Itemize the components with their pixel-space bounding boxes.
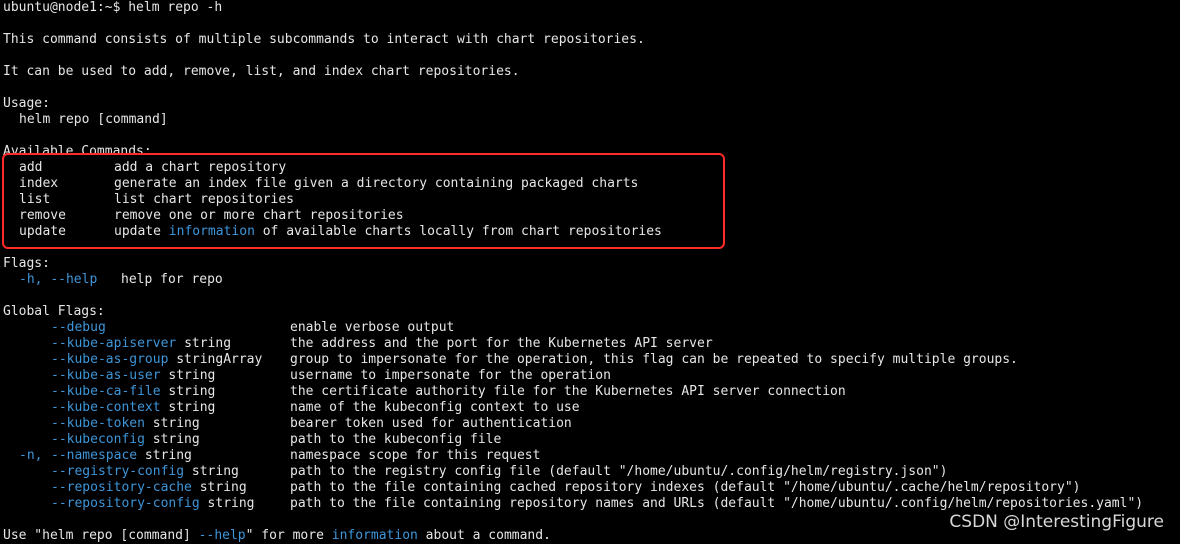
global-flags-header: Global Flags: [3, 304, 105, 319]
flags-header: Flags: [3, 256, 50, 271]
prompt-line: ubuntu@node1:~$ helm repo -h [3, 0, 1180, 16]
flag-desc: path to the kubeconfig file [290, 432, 502, 447]
flag-long: --kube-context [51, 400, 161, 415]
flag-desc: enable verbose output [290, 320, 455, 335]
global-flag-row: --kube-apiserver string the address and t… [3, 336, 1180, 352]
prompt-command: helm repo -h [128, 0, 223, 15]
terminal-output: ubuntu@node1:~$ helm repo -h This comman… [3, 0, 1180, 543]
flag-desc: path to the file containing cached repos… [290, 480, 1081, 495]
flag-type: string [199, 480, 247, 495]
flag-long: --kubeconfig [51, 432, 145, 447]
usage-header: Usage: [3, 96, 50, 111]
flag-type: string [144, 448, 192, 463]
intro-line: It can be used to add, remove, list, and… [3, 64, 520, 79]
global-flag-row: --kubeconfig string path to the kubeconfi… [3, 432, 1180, 448]
flag-type: string [152, 432, 200, 447]
flag-desc: group to impersonate for the operation, … [290, 352, 1018, 367]
global-flag-row: --repository-config string path to the fi… [3, 496, 1180, 512]
flag-desc: username to impersonate for the operatio… [290, 368, 611, 383]
flag-type: string [168, 368, 216, 383]
flag-desc: path to the file containing repository n… [290, 496, 1144, 511]
flag-long: --namespace [51, 448, 138, 463]
flag-long: --registry-config [51, 464, 185, 479]
flag-type: string [207, 496, 255, 511]
flag-desc: name of the kubeconfig context to use [290, 400, 580, 415]
flag-type: string [168, 400, 216, 415]
flag-long: --debug [51, 320, 106, 335]
global-flag-row: --kube-context string name of the kubecon… [3, 400, 1180, 416]
flag-desc: the certificate authority file for the K… [290, 384, 846, 399]
flag-desc: path to the registry config file (defaul… [290, 464, 948, 479]
flag-long: --kube-as-user [51, 368, 161, 383]
highlight-box [2, 153, 725, 249]
flag-type: string [168, 384, 216, 399]
flag-long: --kube-token [51, 416, 145, 431]
flag-row: -h, --help help for repo [19, 272, 223, 287]
global-flag-row: --kube-as-user string username to imperso… [3, 368, 1180, 384]
prompt-user-host: ubuntu@node1:~$ [3, 0, 121, 15]
flag-long: --repository-cache [51, 480, 192, 495]
global-flag-row: --debug enable verbose output [3, 320, 1180, 336]
flag-desc: namespace scope for this request [290, 448, 541, 463]
global-flag-row: --registry-config string path to the regi… [3, 464, 1180, 480]
flag-desc: bearer token used for authentication [290, 416, 572, 431]
usage-line: helm repo [command] [19, 112, 168, 127]
global-flag-row: --kube-as-group stringArray group to impe… [3, 352, 1180, 368]
flag-short: -n, [19, 448, 43, 463]
global-flag-row: --kube-token string bearer token used for… [3, 416, 1180, 432]
flag-long: --kube-ca-file [51, 384, 161, 399]
global-flag-row: --kube-ca-file string the certificate aut… [3, 384, 1180, 400]
flag-type: string [191, 464, 239, 479]
watermark: CSDN @InterestingFigure [949, 512, 1164, 532]
flag-long: --kube-apiserver [51, 336, 177, 351]
flag-long: --repository-config [51, 496, 200, 511]
flag-desc: the address and the port for the Kuberne… [290, 336, 713, 351]
global-flag-row: -n, --namespace string namespace scope for… [3, 448, 1180, 464]
intro-line: This command consists of multiple subcom… [3, 32, 645, 47]
flag-type: stringArray [176, 352, 263, 367]
flag-long: --kube-as-group [51, 352, 169, 367]
flag-type: string [152, 416, 200, 431]
global-flag-row: --repository-cache string path to the fil… [3, 480, 1180, 496]
flag-type: string [184, 336, 232, 351]
